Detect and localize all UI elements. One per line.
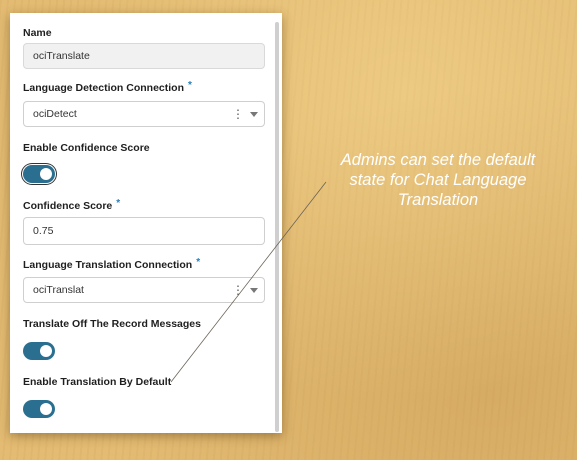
detection-connection-value: ociDetect (33, 108, 77, 120)
name-label-text: Name (23, 27, 52, 39)
select-controls: ⋮ (232, 278, 258, 302)
translation-default-label-text: Enable Translation By Default (23, 376, 172, 388)
chevron-down-icon[interactable] (250, 287, 258, 293)
kebab-icon[interactable]: ⋮ (232, 108, 244, 120)
kebab-icon[interactable]: ⋮ (232, 284, 244, 296)
panel-scrollbar[interactable] (275, 22, 279, 432)
callout-line: state for Chat Language (349, 171, 527, 189)
settings-panel: Name ociTranslate Language Detection Con… (10, 13, 282, 433)
callout-line: Admins can set the default (340, 151, 536, 169)
select-controls: ⋮ (232, 102, 258, 126)
translation-connection-label: Language Translation Connection * (23, 257, 201, 271)
name-field[interactable]: ociTranslate (23, 43, 265, 69)
chevron-down-icon[interactable] (250, 111, 258, 117)
detection-connection-select[interactable]: ociDetect ⋮ (23, 101, 265, 127)
translation-connection-value: ociTranslat (33, 284, 84, 296)
translate-off-record-label-text: Translate Off The Record Messages (23, 318, 201, 330)
required-marker: * (196, 257, 201, 268)
detection-connection-label: Language Detection Connection * (23, 80, 192, 94)
confidence-score-input[interactable]: 0.75 (23, 217, 265, 245)
required-marker: * (188, 80, 192, 91)
enable-confidence-label: Enable Confidence Score (23, 142, 150, 154)
translation-connection-select[interactable]: ociTranslat ⋮ (23, 277, 265, 303)
callout-text: Admins can set the default state for Cha… (318, 150, 558, 210)
toggle-knob (40, 403, 52, 415)
translation-default-label: Enable Translation By Default (23, 376, 171, 388)
confidence-score-label-text: Confidence Score (23, 200, 113, 212)
translate-off-record-label: Translate Off The Record Messages (23, 318, 201, 330)
translate-off-record-toggle[interactable] (23, 342, 55, 360)
translation-connection-label-text: Language Translation Connection (23, 259, 193, 271)
toggle-knob (40, 345, 52, 357)
callout-line: Translation (397, 191, 479, 209)
enable-confidence-toggle[interactable] (23, 165, 55, 183)
required-marker: * (116, 198, 121, 209)
enable-confidence-label-text: Enable Confidence Score (23, 142, 150, 154)
name-label: Name (23, 27, 52, 39)
confidence-score-label: Confidence Score * (23, 198, 121, 212)
detection-connection-label-text: Language Detection Connection (23, 82, 185, 94)
toggle-knob (40, 168, 52, 180)
translation-default-toggle[interactable] (23, 400, 55, 418)
